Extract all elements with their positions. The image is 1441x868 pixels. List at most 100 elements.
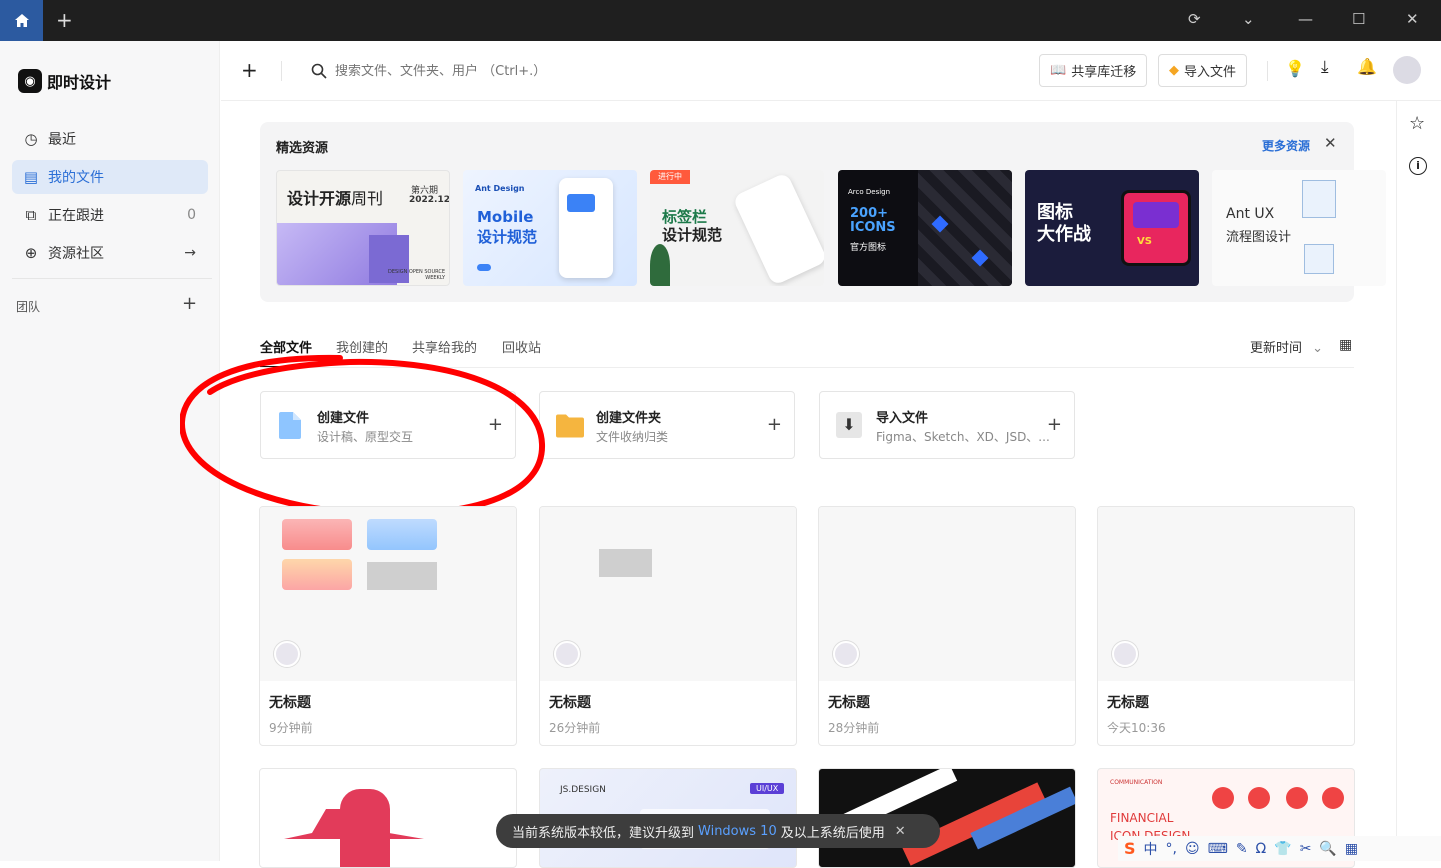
action-title: 导入文件: [876, 411, 929, 426]
punctuation-icon[interactable]: °,: [1166, 841, 1177, 857]
divider: [1267, 61, 1268, 81]
card-text: 设计规范: [477, 228, 538, 246]
search-icon[interactable]: 🔍: [1319, 841, 1336, 857]
share-migrate-label: 共享库迁移: [1071, 65, 1137, 80]
featured-card[interactable]: 图标 大作战 VS: [1025, 170, 1199, 286]
team-label: 团队: [16, 300, 41, 314]
home-tab[interactable]: [0, 0, 43, 41]
file-title: 无标题: [549, 695, 591, 711]
card-badge: 进行中: [650, 170, 690, 184]
search-input[interactable]: [335, 63, 695, 79]
card-text: FINANCIAL: [1110, 811, 1174, 825]
tab-shared-with-me[interactable]: 共享给我的: [412, 337, 477, 356]
new-tab-plus-icon[interactable]: +: [56, 8, 73, 32]
refresh-icon[interactable]: ⟳: [1188, 10, 1201, 28]
ime-language[interactable]: 中: [1144, 839, 1158, 859]
divider: [260, 367, 1354, 368]
more-resources-link[interactable]: 更多资源: [1262, 137, 1310, 154]
ime-toolbar: S 中 °, ☺ ⌨ ✎ Ω 👕 ✂ 🔍 ▦: [1118, 836, 1441, 861]
tab-created-by-me[interactable]: 我创建的: [336, 337, 388, 356]
bookmark-icon: ⧉: [25, 206, 37, 224]
sort-label: 更新时间: [1250, 341, 1303, 356]
card-text: JS.DESIGN: [560, 785, 606, 795]
grid-view-icon[interactable]: ▦: [1339, 337, 1352, 353]
card-text: 周刊: [351, 189, 384, 208]
search-bar[interactable]: [311, 55, 711, 87]
action-title: 创建文件夹: [596, 411, 662, 426]
tab-trash[interactable]: 回收站: [502, 337, 541, 356]
file-title: 无标题: [269, 695, 311, 711]
lightbulb-icon[interactable]: 💡: [1285, 59, 1305, 78]
featured-title: 精选资源: [276, 141, 329, 156]
chevron-down-icon[interactable]: ⌄: [1242, 10, 1255, 28]
close-button[interactable]: ✕: [1406, 10, 1419, 28]
title-bar: + ⟳ ⌄ — ☐ ✕: [0, 0, 1441, 41]
file-time: 28分钟前: [828, 721, 880, 735]
card-text: DESIGN OPEN SOURCE WEEKLY: [388, 269, 445, 281]
featured-card[interactable]: Ant UX 流程图设计: [1212, 170, 1386, 286]
sidebar-item-community[interactable]: ⊕ 资源社区 →: [12, 236, 208, 270]
share-migrate-button[interactable]: 📖 共享库迁移: [1039, 54, 1148, 87]
star-icon[interactable]: ☆: [1409, 113, 1425, 134]
info-icon[interactable]: i: [1409, 157, 1427, 175]
sogou-logo-icon[interactable]: S: [1124, 839, 1136, 858]
top-bar: + 📖 共享库迁移 ◆ 导入文件 💡 ⤓ 🔔: [221, 41, 1441, 101]
download-icon[interactable]: ⤓: [1321, 57, 1329, 77]
search-icon: [311, 63, 327, 79]
clock-icon: ◷: [24, 130, 38, 148]
sort-dropdown[interactable]: 更新时间 ⌄: [1250, 337, 1323, 356]
import-file-card[interactable]: ⬇ 导入文件 Figma、Sketch、XD、JSD、... +: [819, 391, 1075, 459]
file-card[interactable]: 无标题 9分钟前: [259, 506, 517, 746]
card-text: Arco Design: [848, 188, 891, 196]
featured-card[interactable]: 设计开源周刊 第六期 2022.12 DESIGN OPEN SOURCE WE…: [276, 170, 450, 286]
featured-card[interactable]: 进行中 标签栏 设计规范: [650, 170, 824, 286]
sidebar-item-recent[interactable]: ◷ 最近: [12, 122, 208, 156]
arrow-right-icon: →: [184, 245, 196, 261]
action-title: 创建文件: [317, 411, 370, 426]
file-card[interactable]: 无标题 26分钟前: [539, 506, 797, 746]
grid-icon[interactable]: ▦: [1345, 841, 1358, 857]
maximize-button[interactable]: ☐: [1352, 10, 1365, 28]
sidebar: ◉ 即时设计 ◷ 最近 ▤ 我的文件 ⧉ 正在跟进 0 ⊕ 资源社区 → 团队 …: [0, 41, 220, 861]
plus-icon: +: [766, 414, 782, 435]
globe-icon: ⊕: [24, 244, 38, 262]
sidebar-item-my-files[interactable]: ▤ 我的文件: [12, 160, 208, 194]
emoji-icon[interactable]: ☺: [1185, 841, 1200, 857]
add-team-plus-icon[interactable]: +: [182, 293, 197, 314]
pen-icon[interactable]: ✎: [1236, 841, 1248, 857]
sidebar-item-label: 最近: [48, 132, 76, 148]
scissors-icon[interactable]: ✂: [1300, 841, 1312, 857]
card-text: 设计规范: [662, 226, 723, 244]
omega-icon[interactable]: Ω: [1256, 841, 1267, 857]
minimize-button[interactable]: —: [1298, 10, 1313, 28]
file-card[interactable]: 无标题 今天10:36: [1097, 506, 1355, 746]
avatar[interactable]: [1393, 56, 1421, 84]
file-card[interactable]: 无标题 28分钟前: [818, 506, 1076, 746]
sidebar-item-following[interactable]: ⧉ 正在跟进 0: [12, 198, 208, 232]
create-file-card[interactable]: 创建文件 设计稿、原型交互 +: [260, 391, 516, 459]
app-logo[interactable]: ◉ 即时设计: [18, 69, 111, 93]
card-text: COMMUNICATION: [1110, 779, 1163, 786]
file-time: 26分钟前: [549, 721, 601, 735]
import-file-button[interactable]: ◆ 导入文件: [1158, 54, 1248, 87]
app-name: 即时设计: [47, 73, 112, 92]
file-time: 今天10:36: [1107, 721, 1166, 735]
close-icon[interactable]: ✕: [1324, 134, 1337, 152]
create-folder-card[interactable]: 创建文件夹 文件收纳归类 +: [539, 391, 795, 459]
bell-icon[interactable]: 🔔: [1357, 57, 1377, 76]
resource-card[interactable]: [259, 768, 517, 868]
close-icon[interactable]: ✕: [895, 824, 906, 839]
featured-card[interactable]: Arco Design 200+ ICONS 官方图标: [838, 170, 1012, 286]
chevron-down-icon: ⌄: [1312, 341, 1324, 356]
card-text: Mobile: [477, 208, 534, 226]
skin-icon[interactable]: 👕: [1274, 841, 1291, 857]
toast-highlight[interactable]: Windows 10: [698, 824, 777, 839]
create-plus-icon[interactable]: +: [241, 58, 258, 82]
sidebar-item-label: 资源社区: [48, 246, 104, 262]
keyboard-icon[interactable]: ⌨: [1208, 841, 1228, 857]
avatar: [1112, 641, 1138, 667]
plus-icon: +: [1046, 414, 1062, 435]
featured-card[interactable]: Ant Design Mobile 设计规范: [463, 170, 637, 286]
tab-all-files[interactable]: 全部文件: [260, 337, 312, 356]
sidebar-item-label: 正在跟进: [48, 208, 104, 224]
